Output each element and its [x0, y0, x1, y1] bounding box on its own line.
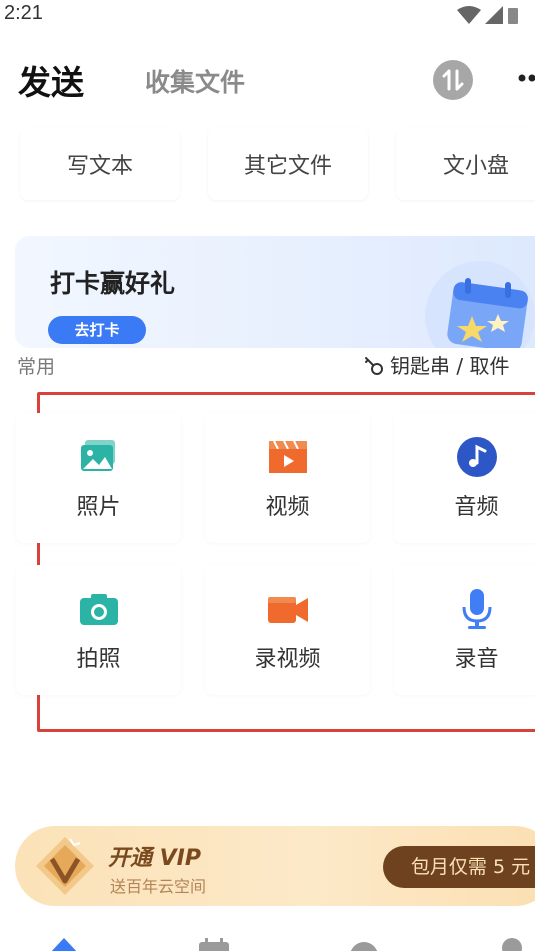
- tool-label: 文小盘: [442, 154, 509, 179]
- calendar-tab-icon[interactable]: [197, 934, 231, 951]
- status-bar: 2:21: [0, 0, 535, 30]
- record-video-icon: [267, 597, 308, 623]
- cloud-tab-icon[interactable]: [347, 934, 381, 951]
- grid-item-video[interactable]: 视频: [205, 413, 370, 543]
- camera-icon: [79, 594, 118, 625]
- tab-send[interactable]: 发送: [18, 56, 84, 104]
- checkin-button[interactable]: 去打卡: [48, 316, 146, 344]
- grid-item-audio[interactable]: 音频: [394, 413, 535, 543]
- signal-wifi-battery-icons: [457, 6, 518, 24]
- grid-label: 录视频: [254, 647, 321, 672]
- grid-item-take-photo[interactable]: 拍照: [16, 565, 181, 695]
- keychain-pickup-link[interactable]: 钥匙串 / 取件: [362, 350, 509, 378]
- vip-subtitle: 送百年云空间: [110, 877, 207, 896]
- tool-label: 其它文件: [243, 154, 332, 179]
- vip-title: 开通 VIP: [108, 846, 201, 871]
- tool-row: 写文本 其它文件 文小盘: [0, 128, 535, 203]
- home-icon[interactable]: [47, 934, 81, 951]
- checkin-banner[interactable]: 打卡赢好礼 去打卡: [15, 236, 535, 348]
- tab-collect-files[interactable]: 收集文件: [145, 63, 245, 99]
- profile-tab-icon[interactable]: [495, 934, 529, 951]
- calendar-illustration-icon: [425, 261, 535, 348]
- grid-label: 录音: [454, 647, 499, 672]
- video-icon: [268, 440, 307, 473]
- grid-item-record-audio[interactable]: 录音: [394, 565, 535, 695]
- vip-diamond-icon: [36, 837, 94, 895]
- header: 发送 收集文件: [0, 48, 535, 108]
- keychain-pickup-label: 钥匙串 / 取件: [390, 354, 510, 378]
- microphone-icon: [462, 589, 491, 629]
- audio-icon: [456, 437, 497, 477]
- vip-monthly-button[interactable]: 包月仅需 5 元: [383, 846, 535, 888]
- grid-label: 视频: [265, 495, 310, 520]
- tool-write-text[interactable]: 写文本: [20, 128, 180, 200]
- tool-wenxiaopan[interactable]: 文小盘: [396, 128, 535, 200]
- photo-icon: [80, 440, 115, 471]
- bottom-nav: [0, 928, 535, 951]
- grid-item-record-video[interactable]: 录视频: [205, 565, 370, 695]
- tool-label: 写文本: [66, 154, 133, 179]
- banner-title: 打卡赢好礼: [50, 269, 176, 298]
- grid-label: 拍照: [76, 647, 121, 672]
- tool-other-files[interactable]: 其它文件: [208, 128, 368, 200]
- more-button[interactable]: [515, 62, 535, 92]
- key-icon: [365, 357, 383, 375]
- grid-label: 照片: [76, 495, 121, 520]
- more-dots-icon: [518, 74, 535, 82]
- vip-promo-bar[interactable]: 开通 VIP 送百年云空间 包月仅需 5 元: [15, 826, 535, 906]
- grid-item-photo[interactable]: 照片: [16, 413, 181, 543]
- grid-label: 音频: [454, 495, 499, 520]
- common-section-label: 常用: [17, 356, 56, 378]
- transfer-sort-button[interactable]: [433, 60, 473, 100]
- up-down-arrows-icon: [442, 69, 464, 91]
- status-time: 2:21: [4, 2, 43, 24]
